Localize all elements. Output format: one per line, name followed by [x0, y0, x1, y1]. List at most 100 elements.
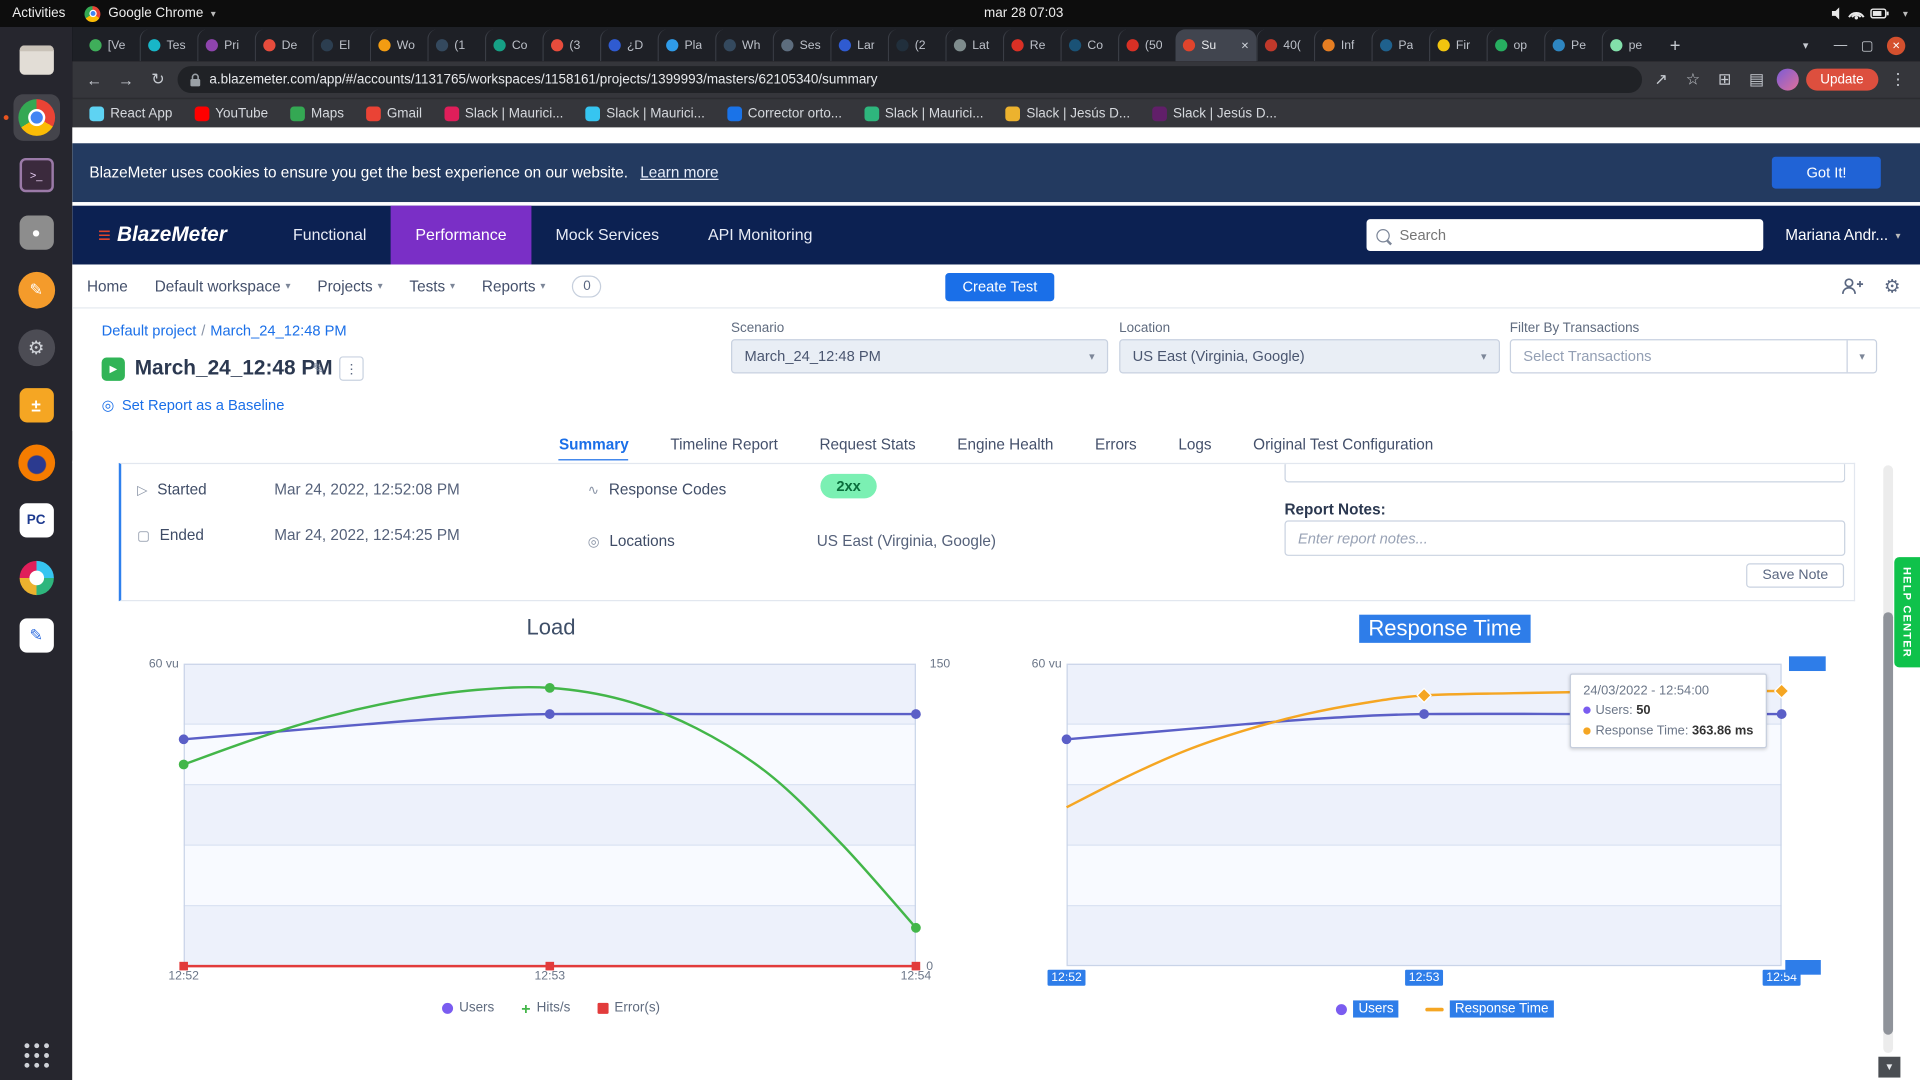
- bookmark-star-icon[interactable]: ☆: [1681, 70, 1705, 90]
- system-indicators[interactable]: ▾: [1831, 5, 1908, 22]
- report-tab[interactable]: Timeline Report: [670, 431, 777, 463]
- browser-tab[interactable]: Re: [1002, 29, 1061, 62]
- browser-tab[interactable]: (3: [542, 29, 600, 62]
- edit-title-icon[interactable]: ✎: [312, 360, 324, 377]
- browser-tab[interactable]: Inf: [1313, 29, 1372, 62]
- dock-icon-pycharm[interactable]: PC: [13, 497, 60, 544]
- scrollbar-thumb[interactable]: [1883, 612, 1894, 1035]
- browser-tab[interactable]: Pri: [197, 29, 255, 62]
- report-tab[interactable]: Summary: [558, 431, 629, 463]
- browser-tab[interactable]: De: [254, 29, 313, 62]
- subnav-item[interactable]: Tests ▾: [409, 277, 455, 294]
- dock-icon-editor[interactable]: ✎: [13, 267, 60, 314]
- dock-icon-firefox[interactable]: [13, 440, 60, 487]
- browser-tab[interactable]: Pe: [1544, 29, 1602, 62]
- report-notes-input[interactable]: [1284, 520, 1846, 556]
- search-input[interactable]: [1397, 225, 1754, 245]
- browser-tab[interactable]: Co: [1060, 29, 1118, 62]
- browser-tab[interactable]: Pa: [1371, 29, 1429, 62]
- set-baseline-link[interactable]: ◎ Set Report as a Baseline: [102, 397, 285, 414]
- update-button[interactable]: Update: [1805, 68, 1879, 91]
- dock-icon-draw[interactable]: ✎: [13, 612, 60, 659]
- load-chart-plot[interactable]: [178, 663, 921, 971]
- bookmark-item[interactable]: Slack | Maurici...: [585, 105, 705, 121]
- browser-tab[interactable]: Su ✕: [1175, 29, 1257, 62]
- legend-item[interactable]: Users: [1336, 1000, 1399, 1018]
- dock-icon-chrome[interactable]: [12, 94, 60, 141]
- subnav-item[interactable]: Default workspace ▾: [155, 277, 291, 294]
- blazemeter-logo[interactable]: ≡ BlazeMeter: [98, 222, 227, 248]
- breadcrumb-project-link[interactable]: Default project: [102, 322, 197, 339]
- browser-tab[interactable]: ¿D: [600, 29, 658, 62]
- header-nav-item[interactable]: Performance: [390, 205, 532, 265]
- header-nav-item[interactable]: API Monitoring: [684, 206, 837, 265]
- bookmark-item[interactable]: Slack | Jesús D...: [1005, 105, 1130, 121]
- side-panel-icon[interactable]: ▤: [1744, 70, 1768, 90]
- report-menu-button[interactable]: ⋮: [339, 356, 364, 381]
- legend-item[interactable]: Users: [441, 1000, 494, 1015]
- browser-tab[interactable]: Co: [484, 29, 543, 62]
- report-tab[interactable]: Request Stats: [819, 431, 915, 463]
- report-tab[interactable]: Engine Health: [957, 431, 1053, 463]
- bookmark-item[interactable]: Corrector orto...: [726, 105, 842, 121]
- scenario-dropdown[interactable]: March_24_12:48 PM ▾: [731, 339, 1109, 374]
- reload-button[interactable]: ↻: [146, 70, 170, 90]
- subnav-item[interactable]: Reports ▾: [482, 277, 545, 294]
- dock-icon-gimp[interactable]: ●: [13, 209, 60, 256]
- search-box[interactable]: [1366, 219, 1764, 252]
- tab-close-icon[interactable]: ✕: [1241, 40, 1249, 51]
- share-icon[interactable]: ↗: [1649, 70, 1673, 90]
- back-button[interactable]: ←: [82, 70, 106, 88]
- dock-icon-slack[interactable]: [13, 555, 60, 602]
- browser-tab[interactable]: (2: [887, 29, 946, 62]
- report-tab[interactable]: Errors: [1095, 431, 1137, 463]
- dock-icon-files[interactable]: [13, 37, 60, 84]
- status-badge[interactable]: 2xx: [820, 473, 877, 499]
- browser-tab[interactable]: Ses: [772, 29, 831, 62]
- report-tab[interactable]: Logs: [1178, 431, 1211, 463]
- bookmark-item[interactable]: YouTube: [194, 105, 268, 121]
- report-tab[interactable]: Original Test Configuration: [1253, 431, 1433, 463]
- activities-button[interactable]: Activities: [12, 6, 65, 21]
- bookmark-item[interactable]: React App: [89, 105, 172, 121]
- minimize-button[interactable]: —: [1834, 38, 1847, 53]
- forward-button[interactable]: →: [114, 70, 138, 88]
- page-scrollbar[interactable]: [1883, 465, 1894, 1054]
- new-tab-button[interactable]: +: [1659, 29, 1691, 61]
- browser-menu-icon[interactable]: ⋮: [1886, 70, 1910, 90]
- close-button[interactable]: ✕: [1886, 36, 1906, 55]
- learn-more-link[interactable]: Learn more: [640, 164, 718, 181]
- browser-tab[interactable]: Wo: [369, 29, 428, 62]
- browser-tab[interactable]: op: [1486, 29, 1545, 62]
- header-nav-item[interactable]: Mock Services: [531, 206, 683, 265]
- browser-tab[interactable]: Wh: [715, 29, 773, 62]
- browser-tab[interactable]: Lat: [945, 29, 1003, 62]
- dock-icon-settings[interactable]: ⚙: [13, 324, 60, 371]
- help-center-tab[interactable]: HELP CENTER: [1894, 557, 1920, 668]
- bookmark-item[interactable]: Slack | Maurici...: [864, 105, 983, 121]
- browser-tab[interactable]: [Ve: [82, 29, 140, 61]
- browser-tab[interactable]: pe: [1601, 29, 1660, 62]
- subnav-item[interactable]: Home: [87, 277, 128, 294]
- profile-avatar[interactable]: [1776, 68, 1799, 91]
- header-nav-item[interactable]: Functional: [269, 206, 391, 265]
- clock[interactable]: mar 28 07:03: [984, 6, 1063, 21]
- browser-tab[interactable]: Tes: [139, 29, 198, 62]
- bookmark-item[interactable]: Slack | Jesús D...: [1152, 105, 1277, 121]
- run-test-button[interactable]: ▶: [101, 357, 125, 381]
- filter-transactions-select[interactable]: Select Transactions ▾: [1509, 339, 1878, 374]
- invite-user-icon[interactable]: [1842, 276, 1864, 296]
- tab-search-button[interactable]: ▾: [1792, 29, 1819, 61]
- dock-icon-calculator[interactable]: ±: [13, 382, 60, 429]
- browser-tab[interactable]: 40(: [1256, 29, 1314, 62]
- browser-tab[interactable]: Fir: [1428, 29, 1487, 62]
- address-bar[interactable]: a.blazemeter.com/app/#/accounts/1131765/…: [177, 66, 1642, 94]
- extensions-icon[interactable]: ⊞: [1712, 70, 1736, 90]
- focused-app-menu[interactable]: Google Chrome ▾: [84, 5, 216, 22]
- dock-icon-terminal[interactable]: >_: [13, 152, 60, 199]
- legend-item[interactable]: Response Time: [1425, 1000, 1554, 1018]
- bookmark-item[interactable]: Gmail: [366, 105, 422, 121]
- location-dropdown[interactable]: US East (Virginia, Google) ▾: [1119, 339, 1500, 374]
- restore-button[interactable]: ▢: [1861, 37, 1874, 54]
- subnav-item[interactable]: Projects ▾: [317, 277, 382, 294]
